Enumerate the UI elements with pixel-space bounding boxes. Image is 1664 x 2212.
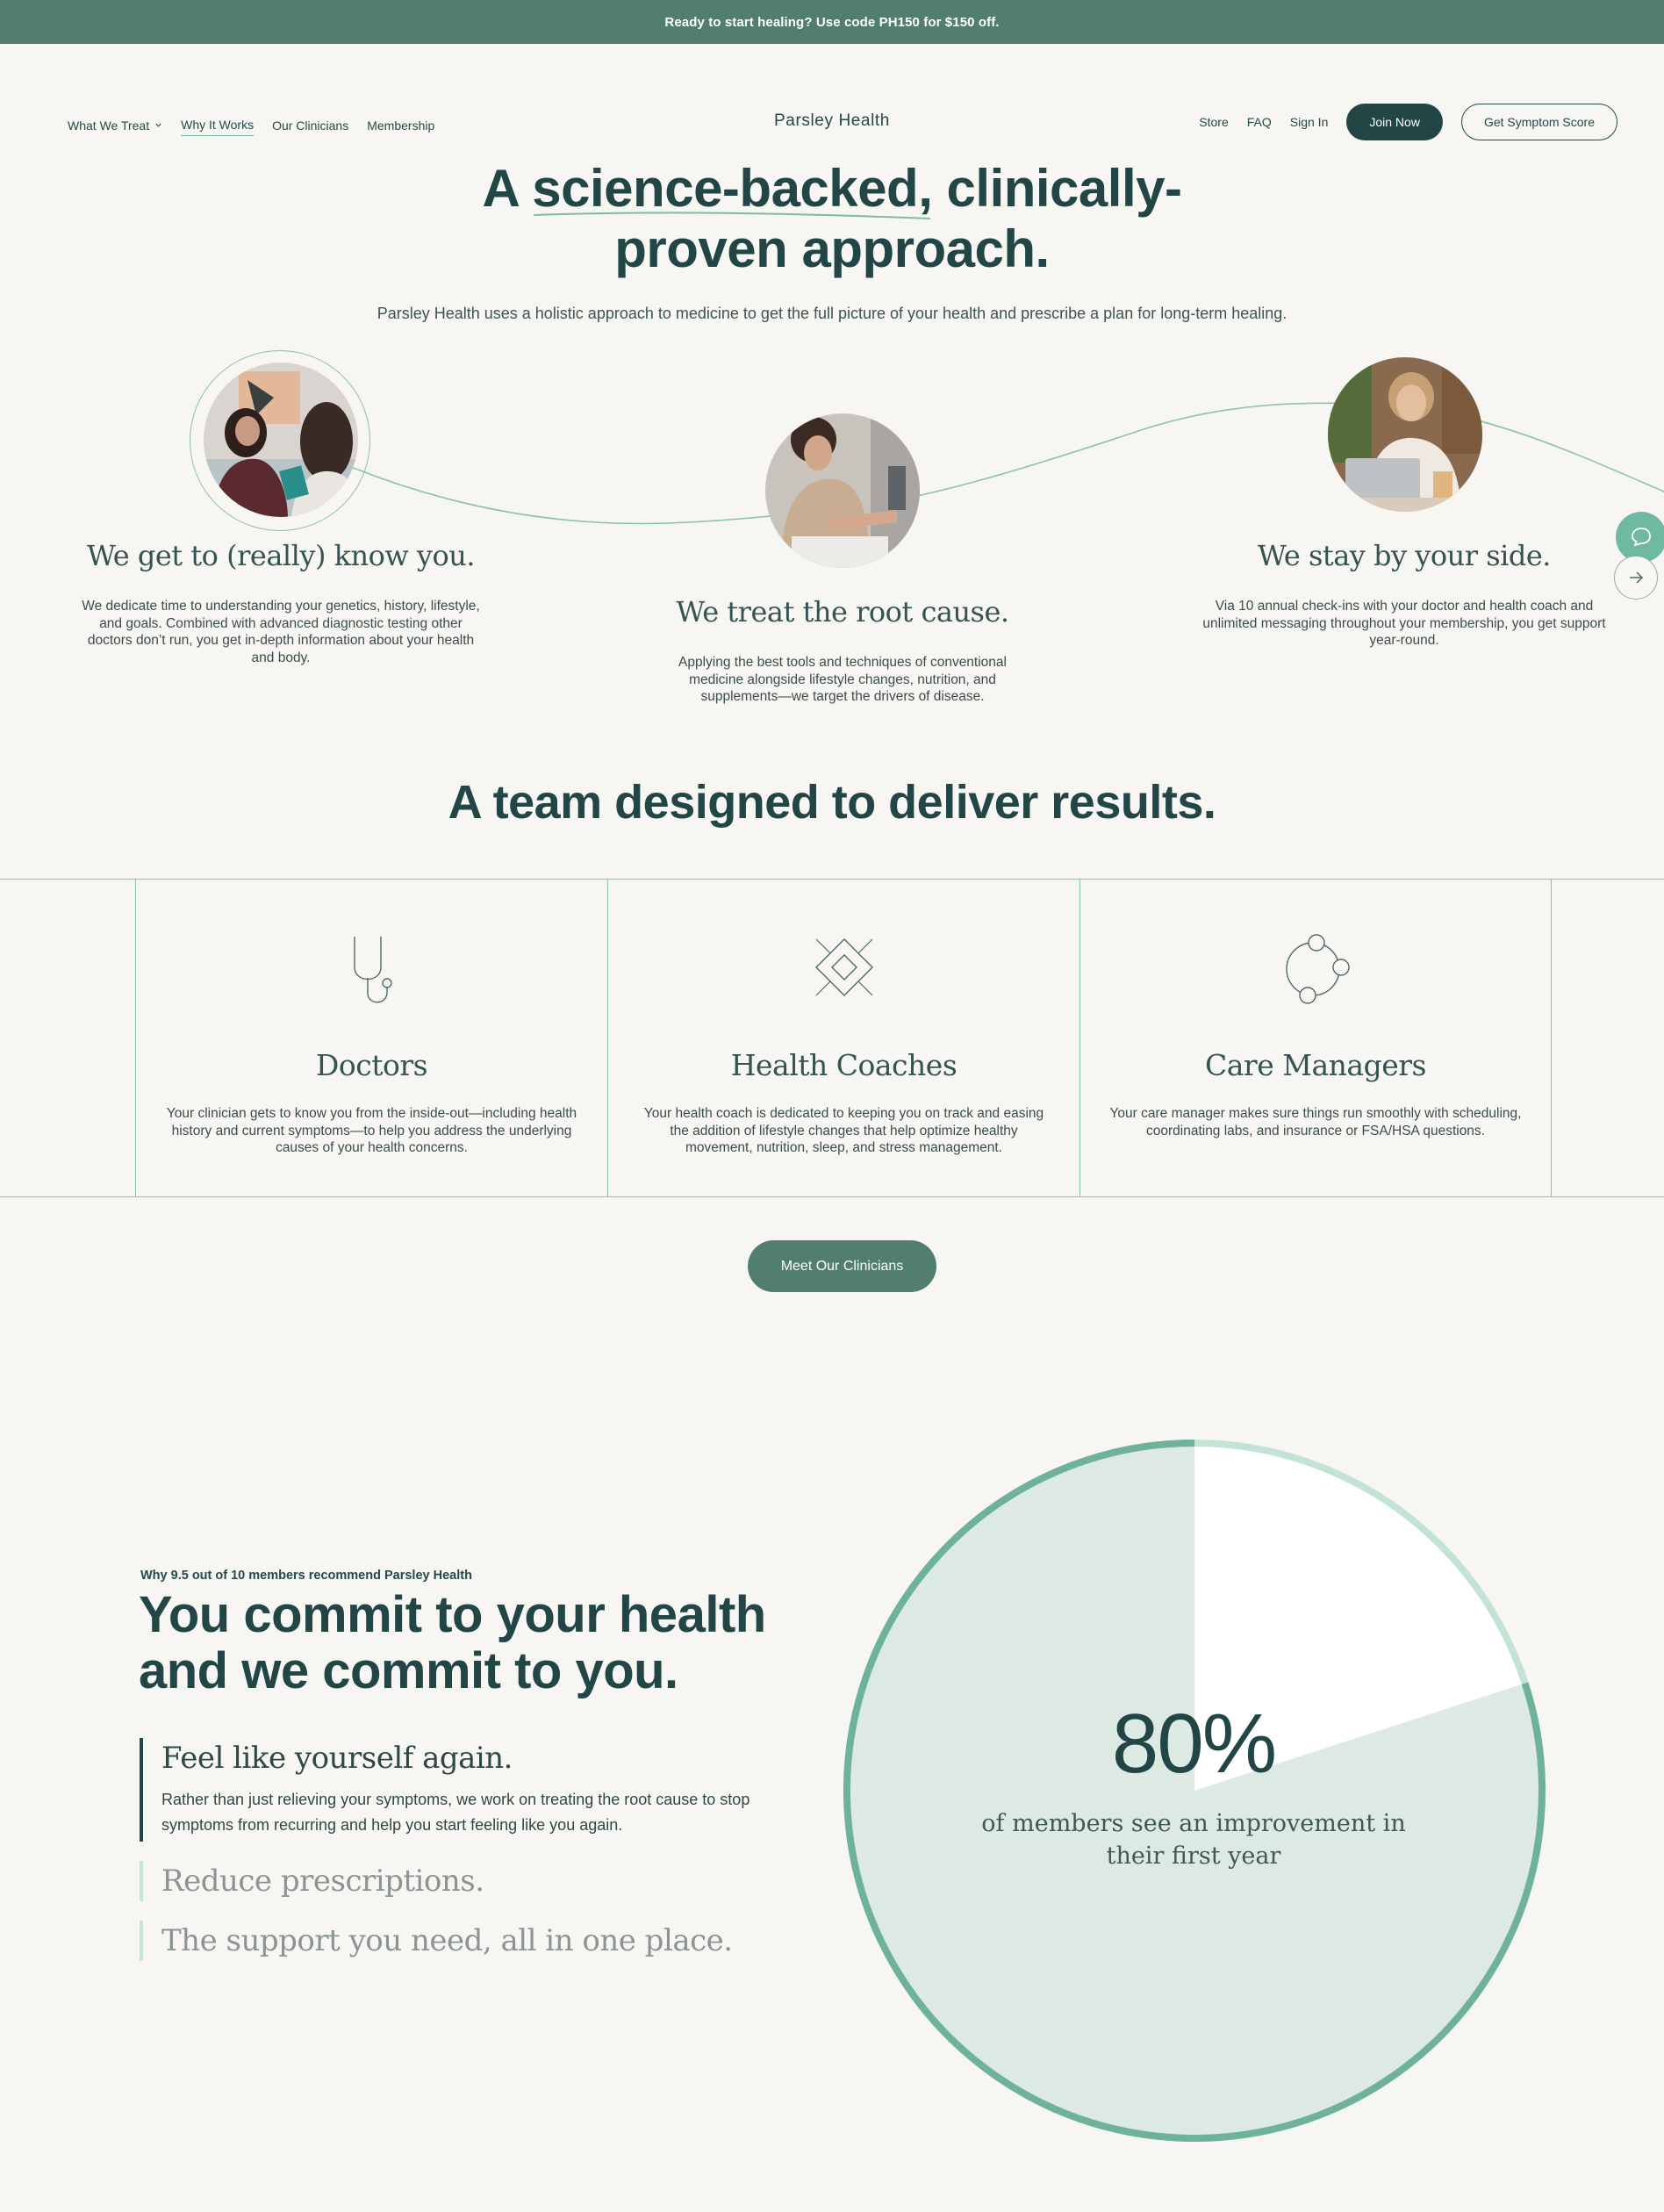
step3-photo [1328, 357, 1482, 512]
hero-title-highlight: science-backed, [532, 158, 933, 219]
hand-underline-decoration [534, 212, 931, 219]
nav-store[interactable]: Store [1199, 115, 1228, 129]
nav-why-it-works[interactable]: Why It Works [181, 118, 255, 136]
step3-body: Via 10 annual check-ins with your doctor… [1202, 599, 1606, 648]
benefits-accordion: Feel like yourself again. Rather than ju… [140, 1738, 789, 1980]
network-circles-icon [1286, 934, 1350, 1004]
nav-actions: Store FAQ Sign In Join Now Get Symptom S… [1199, 104, 1617, 140]
step1-title: We get to (really) know you. [86, 539, 476, 572]
accordion-item-reduce-prescriptions[interactable]: Reduce prescriptions. [140, 1861, 789, 1901]
team-card-health-coaches-name: Health Coaches [730, 1048, 958, 1082]
stat-value: 80% [1111, 1697, 1277, 1791]
team-section-title: A team designed to deliver results. [448, 776, 1216, 829]
get-symptom-score-button[interactable]: Get Symptom Score [1460, 104, 1617, 140]
brand-logo[interactable]: Parsley Health [774, 111, 890, 130]
nav-membership-label: Membership [367, 118, 435, 133]
promo-text: Ready to start healing? Use code PH150 f… [664, 14, 1000, 30]
stethoscope-icon [353, 937, 392, 1003]
doctor-consult-illustration [204, 363, 358, 517]
accordion-item-support[interactable]: The support you need, all in one place. [140, 1921, 789, 1961]
team-card-care-managers-name: Care Managers [1205, 1048, 1426, 1082]
nav-what-we-treat-label: What We Treat [68, 118, 150, 133]
nav-our-clinicians[interactable]: Our Clinicians [272, 114, 348, 136]
team-card-doctors-desc: Your clinician gets to know you from the… [166, 1106, 577, 1155]
nav-faq[interactable]: FAQ [1247, 115, 1272, 129]
laptop-call-illustration [1328, 357, 1482, 512]
team-grid: Doctors Your clinician gets to know you … [0, 879, 1664, 1197]
accordion-indicator [140, 1738, 143, 1842]
team-card-care-managers: Care Managers Your care manager makes su… [1079, 880, 1552, 1196]
step3-title: We stay by your side. [1258, 539, 1551, 572]
accordion-indicator [140, 1921, 143, 1961]
team-card-care-managers-desc: Your care manager makes sure things run … [1109, 1106, 1522, 1138]
accordion-title: The support you need, all in one place. [161, 1923, 733, 1958]
team-card-health-coaches: Health Coaches Your health coach is dedi… [607, 880, 1079, 1196]
nav-our-clinicians-label: Our Clinicians [272, 118, 349, 133]
team-card-health-coaches-desc: Your health coach is dedicated to keepin… [643, 1106, 1044, 1155]
hero-title-line2: proven approach. [614, 219, 1050, 278]
team-card-doctors: Doctors Your clinician gets to know you … [135, 880, 607, 1196]
stat-label: of members see an improvement in their f… [981, 1810, 1406, 1870]
nav-sign-in[interactable]: Sign In [1290, 115, 1329, 129]
hero-title-part2: clinically- [932, 159, 1182, 218]
step1-body: We dedicate time to understanding your g… [82, 599, 480, 665]
arrow-right-icon [1630, 571, 1644, 584]
nav-membership[interactable]: Membership [367, 114, 434, 136]
main-nav: What We Treat Why It Works Our Clinician… [68, 114, 434, 136]
hero-title: A science-backed, clinically- proven app… [0, 158, 1664, 279]
nav-what-we-treat[interactable]: What We Treat [68, 114, 162, 136]
team-card-doctors-name: Doctors [315, 1048, 428, 1082]
commit-title: You commit to your health and we commit … [139, 1586, 766, 1699]
meet-our-clinicians-button[interactable]: Meet Our Clinicians [748, 1240, 936, 1292]
promo-banner[interactable]: Ready to start healing? Use code PH150 f… [0, 0, 1664, 44]
accordion-title: Reduce prescriptions. [161, 1864, 484, 1899]
accordion-body: Rather than just relieving your symptoms… [161, 1791, 750, 1834]
chat-button[interactable] [1616, 512, 1664, 563]
accordion-item-feel-like-yourself[interactable]: Feel like yourself again. Rather than ju… [140, 1738, 789, 1842]
step2-photo [765, 413, 920, 568]
join-now-button[interactable]: Join Now [1346, 104, 1443, 140]
step2-body: Applying the best tools and techniques o… [678, 655, 1007, 704]
carousel-next-button[interactable] [1614, 556, 1658, 600]
nav-why-it-works-label: Why It Works [181, 118, 255, 132]
step1-photo [204, 363, 358, 517]
hero-title-part1: A [482, 159, 533, 218]
diamond-icon [814, 938, 873, 996]
hero-title-highlight-text: science-backed, [532, 159, 933, 218]
blood-draw-illustration [765, 413, 920, 568]
chevron-down-icon [155, 123, 161, 127]
step2-title: We treat the root cause. [676, 595, 1009, 628]
accordion-indicator [140, 1861, 143, 1901]
accordion-title: Feel like yourself again. [161, 1741, 513, 1776]
chat-bubble-icon [1632, 528, 1651, 547]
hero-subtitle: Parsley Health uses a holistic approach … [377, 305, 1287, 322]
commit-eyebrow: Why 9.5 out of 10 members recommend Pars… [140, 1569, 472, 1583]
